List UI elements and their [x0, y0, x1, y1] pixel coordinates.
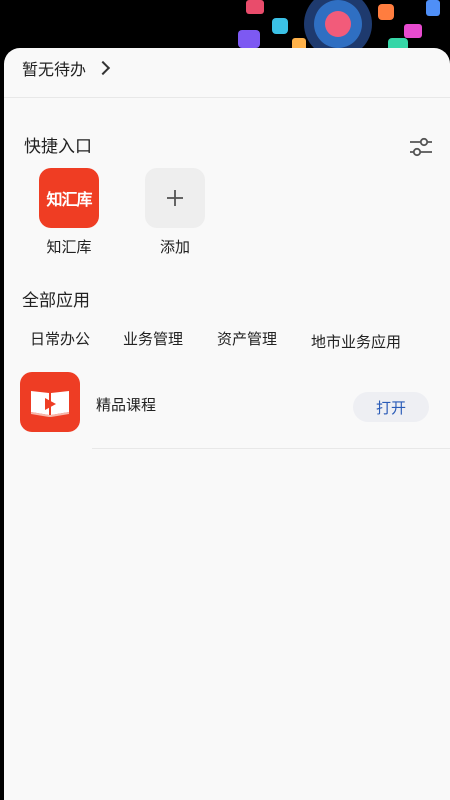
tab-asset-management[interactable]: 资产管理	[217, 328, 277, 349]
open-book-play-icon	[31, 391, 69, 417]
add-tile	[145, 168, 205, 228]
chevron-right-icon	[95, 60, 111, 76]
shortcut-settings-button[interactable]	[408, 136, 434, 158]
shortcuts-title: 快捷入口	[24, 137, 92, 157]
tab-business-management[interactable]: 业务管理	[123, 328, 183, 349]
todo-link[interactable]: 暂无待办	[22, 56, 111, 80]
todo-label: 暂无待办	[22, 60, 87, 79]
divider	[4, 97, 450, 98]
shortcut-zhihuiku[interactable]: 知汇库 知汇库	[29, 168, 109, 257]
sliders-icon	[410, 137, 432, 157]
tab-daily-office[interactable]: 日常办公	[30, 328, 90, 349]
plus-icon	[167, 190, 183, 206]
app-screen: 暂无待办 快捷入口 知汇库 知汇库 添加 全部应用 日常办公 业务管理 资产管理…	[0, 0, 450, 800]
add-shortcut-button[interactable]: 添加	[135, 168, 215, 257]
tab-city-business-apps[interactable]: 地市业务应用	[311, 331, 401, 352]
app-name: 精品课程	[96, 396, 157, 414]
divider	[92, 448, 450, 449]
course-app-icon	[20, 372, 80, 432]
shortcut-label: 添加	[159, 238, 190, 256]
app-list-item[interactable]: 精品课程 打开	[20, 372, 434, 434]
zhihuiku-app-icon: 知汇库	[39, 168, 99, 228]
all-apps-title: 全部应用	[22, 291, 90, 311]
open-app-button[interactable]: 打开	[353, 392, 429, 422]
shortcut-label: 知汇库	[46, 238, 92, 256]
